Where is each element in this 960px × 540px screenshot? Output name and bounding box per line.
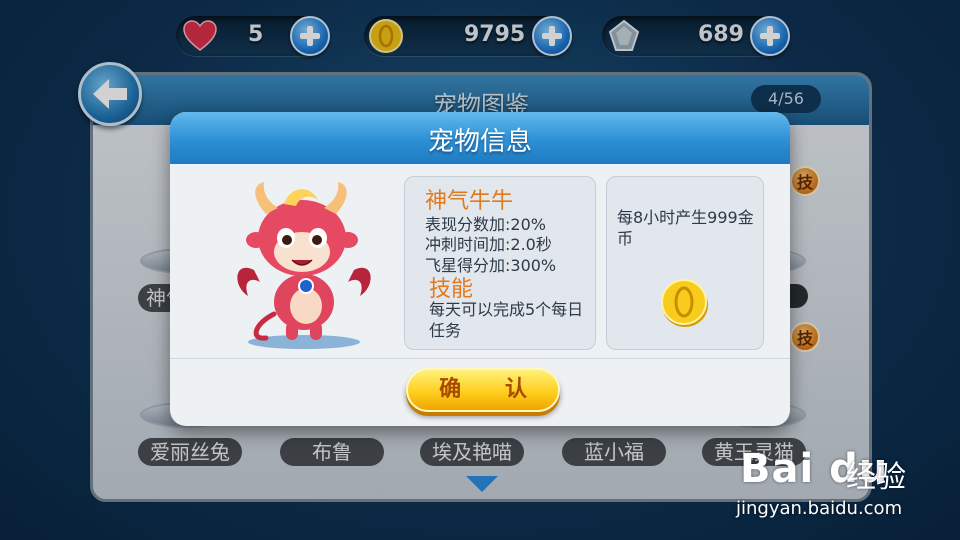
pet-stats-box: 神气牛牛 表现分数加:20% 冲刺时间加:2.0秒 飞星得分加:300% 技能 … bbox=[404, 176, 596, 350]
watermark-cn: 经验 bbox=[846, 460, 906, 495]
dialog-title: 宠物信息 bbox=[427, 127, 532, 157]
skill-description: 每天可以完成5个每日任务 bbox=[429, 300, 584, 340]
dialog-header: 宠物信息 bbox=[170, 112, 790, 164]
dialog-divider bbox=[170, 358, 790, 359]
pet-info-dialog: 宠物信息 神气牛牛 表现分数加:20% 冲刺时间加:2.0秒 飞星得分加:300… bbox=[170, 112, 790, 426]
income-description: 每8小时产生999金币 bbox=[617, 208, 754, 248]
confirm-button[interactable]: 确 认 bbox=[406, 368, 560, 412]
coin-icon bbox=[661, 279, 708, 327]
income-box: 每8小时产生999金币 bbox=[606, 176, 764, 350]
watermark-url: jingyan.baidu.com bbox=[736, 498, 903, 519]
pet-portrait bbox=[237, 182, 371, 349]
